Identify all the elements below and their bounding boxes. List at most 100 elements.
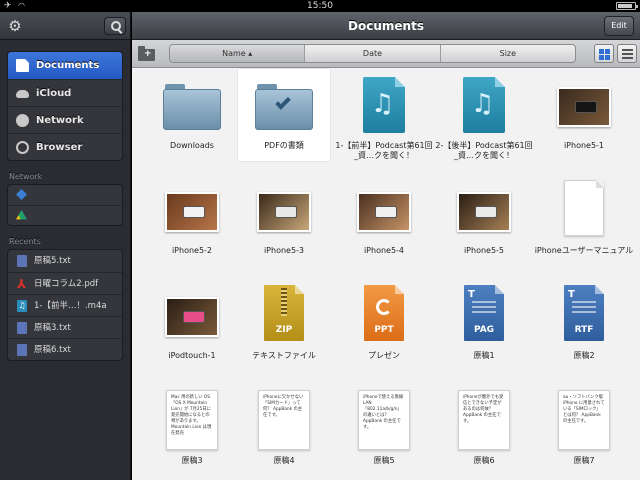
file-label: テキストファイル: [252, 351, 316, 360]
rtf-file-icon: T RTF: [564, 285, 604, 341]
sidebar-item-network[interactable]: Network: [8, 106, 122, 133]
network-item-google-drive[interactable]: [8, 205, 122, 225]
recent-item-label: 1-【前半…！.m4a: [34, 301, 107, 311]
file-item[interactable]: iPhone5-1: [538, 69, 630, 161]
folder-icon: [255, 84, 313, 130]
file-label: iPhone5-3: [263, 246, 305, 255]
text-preview: iPhoneが圏外でも受信とできない予定があるのは何故？ AppBank の主任…: [458, 390, 510, 450]
recent-item[interactable]: ♫ 1-【前半…！.m4a: [8, 294, 122, 316]
file-type-tag: RTF: [574, 325, 594, 335]
file-label: 原稿5: [373, 456, 395, 465]
file-item[interactable]: iPhone5-2: [146, 174, 238, 266]
list-view-icon[interactable]: [617, 44, 637, 63]
gear-icon[interactable]: ⚙: [6, 17, 24, 35]
text-file-icon: [17, 322, 27, 334]
photo-thumbnail: [557, 87, 611, 127]
file-item[interactable]: iPhoneユーザーマニュアル: [535, 174, 633, 266]
file-item[interactable]: iPhoneで使える無線LAN「802.11a/b/g/n」の違いとは？ App…: [338, 384, 430, 476]
file-item[interactable]: iPhoneが圏外でも受信とできない予定があるのは何故？ AppBank の主任…: [438, 384, 530, 476]
search-button[interactable]: [104, 17, 126, 35]
file-label: Downloads: [170, 141, 214, 150]
file-grid: Downloads PDFの書類 ♫ 1-【前半】Podcast第61回_資…クを聞く…: [132, 69, 640, 480]
new-folder-icon[interactable]: +: [138, 46, 155, 61]
file-label: iPhone5-2: [171, 246, 213, 255]
recents-list: 原稿5.txt ⅄ 日曜コラム2.pdf ♫ 1-【前半…！.m4a 原稿3.t…: [7, 249, 123, 361]
sort-by-name[interactable]: Name ▴: [170, 45, 305, 62]
file-item[interactable]: Mac 用の新しい OS「OS X Mountain Lion」が 7月25日に…: [146, 384, 238, 476]
file-type-tag: ZIP: [275, 325, 293, 335]
status-time: 15:50: [307, 1, 333, 11]
file-item[interactable]: PDFの書類: [238, 69, 330, 161]
sidebar-item-label: Network: [36, 115, 84, 126]
document-icon: [564, 180, 604, 236]
battery-icon: [616, 2, 638, 10]
photo-thumbnail: [165, 297, 219, 337]
sidebar-nav: Documents iCloud Network Browser: [7, 51, 123, 161]
page-title: Documents: [348, 19, 424, 33]
google-drive-icon: [16, 210, 27, 220]
network-icon: [16, 114, 29, 127]
grid-view-icon[interactable]: [594, 44, 614, 63]
sort-by-size[interactable]: Size: [439, 45, 575, 62]
audio-file-icon: ♫: [463, 77, 505, 133]
file-item[interactable]: PPT プレゼン: [338, 279, 430, 371]
dropbox-icon: [16, 189, 27, 200]
document-icon: [16, 59, 29, 72]
file-label: 原稿3: [181, 456, 203, 465]
file-item[interactable]: Downloads: [146, 69, 238, 161]
network-item-dropbox[interactable]: [8, 185, 122, 205]
sidebar-item-documents[interactable]: Documents: [8, 52, 122, 79]
file-label: 原稿6: [473, 456, 495, 465]
file-item[interactable]: iPhone5-5: [438, 174, 530, 266]
photo-thumbnail: [357, 192, 411, 232]
edit-button[interactable]: Edit: [604, 16, 634, 36]
photo-thumbnail: [165, 192, 219, 232]
presentation-file-icon: PPT: [364, 285, 404, 341]
text-preview: iPhoneに欠かせない「SIMカード」って何？ AppBank の主任です。: [258, 390, 310, 450]
file-item[interactable]: T RTF 原稿2: [538, 279, 630, 371]
file-type-tag: PPT: [374, 325, 394, 335]
recent-item-label: 日曜コラム2.pdf: [34, 279, 99, 289]
sort-control: Name ▴ Date Size: [169, 44, 576, 63]
file-item[interactable]: au・ソフトバンク版iPhone に用意されている「SIMロック」とは何？ Ap…: [538, 384, 630, 476]
sort-by-date[interactable]: Date: [304, 45, 439, 62]
file-label: 1-【前半】Podcast第61回_資…クを聞く！: [335, 141, 433, 160]
file-item[interactable]: T PAG 原稿1: [438, 279, 530, 371]
text-file-icon: [17, 344, 27, 356]
sidebar-item-browser[interactable]: Browser: [8, 133, 122, 160]
recent-item-label: 原稿5.txt: [34, 256, 71, 266]
file-item[interactable]: iPhoneに欠かせない「SIMカード」って何？ AppBank の主任です。原…: [238, 384, 330, 476]
file-item[interactable]: ♫ 2-【後半】Podcast第61回_資…クを聞く！: [435, 69, 533, 161]
folder-icon: [163, 84, 221, 130]
file-label: iPhoneユーザーマニュアル: [534, 246, 634, 255]
recent-item[interactable]: 原稿5.txt: [8, 250, 122, 272]
file-item[interactable]: iPhone5-3: [238, 174, 330, 266]
sidebar: ⚙ Documents iCloud Network Browser Netwo…: [0, 12, 131, 480]
network-section-label: Network: [9, 172, 43, 181]
file-label: iPhone5-5: [463, 246, 505, 255]
recent-item[interactable]: ⅄ 日曜コラム2.pdf: [8, 272, 122, 294]
file-item[interactable]: ZIP テキストファイル: [238, 279, 330, 371]
recent-item-label: 原稿6.txt: [34, 345, 71, 355]
photo-thumbnail: [257, 192, 311, 232]
title-bar: Documents Edit: [132, 12, 640, 40]
sidebar-item-icloud[interactable]: iCloud: [8, 79, 122, 106]
zip-file-icon: ZIP: [264, 285, 304, 341]
file-label: 原稿1: [473, 351, 495, 360]
sidebar-item-label: Documents: [36, 60, 100, 71]
photo-thumbnail: [457, 192, 511, 232]
file-label: 2-【後半】Podcast第61回_資…クを聞く！: [435, 141, 533, 160]
recent-item[interactable]: 原稿3.txt: [8, 316, 122, 338]
text-file-icon: [17, 255, 27, 267]
file-label: iPhone5-1: [563, 141, 605, 150]
compass-icon: [16, 141, 29, 154]
file-label: PDFの書類: [264, 141, 304, 150]
file-item[interactable]: iPodtouch-1: [146, 279, 238, 371]
file-label: プレゼン: [368, 351, 400, 360]
file-item[interactable]: iPhone5-4: [338, 174, 430, 266]
file-label: iPhone5-4: [363, 246, 405, 255]
file-item[interactable]: ♫ 1-【前半】Podcast第61回_資…クを聞く！: [335, 69, 433, 161]
pages-file-icon: T PAG: [464, 285, 504, 341]
text-preview: iPhoneで使える無線LAN「802.11a/b/g/n」の違いとは？ App…: [358, 390, 410, 450]
recent-item[interactable]: 原稿6.txt: [8, 338, 122, 360]
